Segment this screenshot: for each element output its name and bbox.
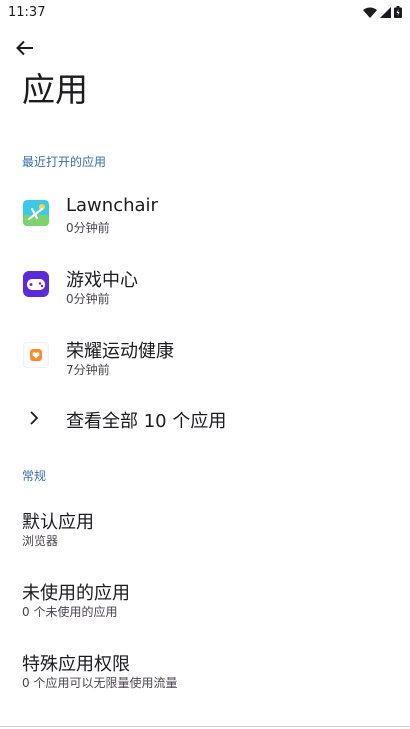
app-row-honor-health[interactable]: 荣耀运动健康 7分钟前: [0, 320, 410, 390]
item-subtitle: 浏览器: [22, 534, 59, 548]
item-title: 默认应用: [22, 512, 94, 533]
app-name: Lawnchair: [66, 195, 158, 216]
item-subtitle: 0 个未使用的应用: [22, 605, 118, 619]
bottom-divider: [0, 726, 410, 727]
see-all-apps-row[interactable]: 查看全部 10 个应用: [0, 393, 410, 443]
see-all-apps-label: 查看全部 10 个应用: [66, 411, 227, 432]
app-name: 荣耀运动健康: [66, 341, 174, 362]
honor-health-icon: [23, 342, 49, 368]
app-last-used: 0分钟前: [66, 292, 110, 306]
chevron-right-icon: [30, 411, 39, 425]
lawnchair-icon: [23, 200, 49, 226]
section-header-general: 常规: [22, 469, 47, 483]
wifi-icon: [363, 7, 377, 18]
battery-icon: [394, 6, 402, 18]
item-title: 未使用的应用: [22, 583, 130, 604]
app-row-game-center[interactable]: 游戏中心 0分钟前: [0, 249, 410, 319]
special-app-access-item[interactable]: 特殊应用权限 0 个应用可以无限量使用流量: [0, 634, 410, 704]
signal-icon: [380, 6, 391, 18]
status-bar: 11:37: [0, 0, 410, 24]
app-row-lawnchair[interactable]: Lawnchair 0分钟前: [0, 178, 410, 248]
app-last-used: 7分钟前: [66, 363, 110, 377]
page-title: 应用: [22, 70, 88, 109]
item-title: 特殊应用权限: [22, 654, 130, 675]
status-time: 11:37: [8, 4, 46, 20]
game-center-icon: [23, 271, 49, 297]
item-subtitle: 0 个应用可以无限量使用流量: [22, 676, 178, 690]
back-button[interactable]: [10, 33, 40, 63]
status-icons: [363, 6, 402, 18]
unused-apps-item[interactable]: 未使用的应用 0 个未使用的应用: [0, 563, 410, 633]
arrow-back-icon: [16, 40, 33, 56]
app-name: 游戏中心: [66, 270, 138, 291]
app-last-used: 0分钟前: [66, 221, 110, 235]
default-apps-item[interactable]: 默认应用 浏览器: [0, 492, 410, 562]
section-header-recent: 最近打开的应用: [22, 155, 107, 169]
